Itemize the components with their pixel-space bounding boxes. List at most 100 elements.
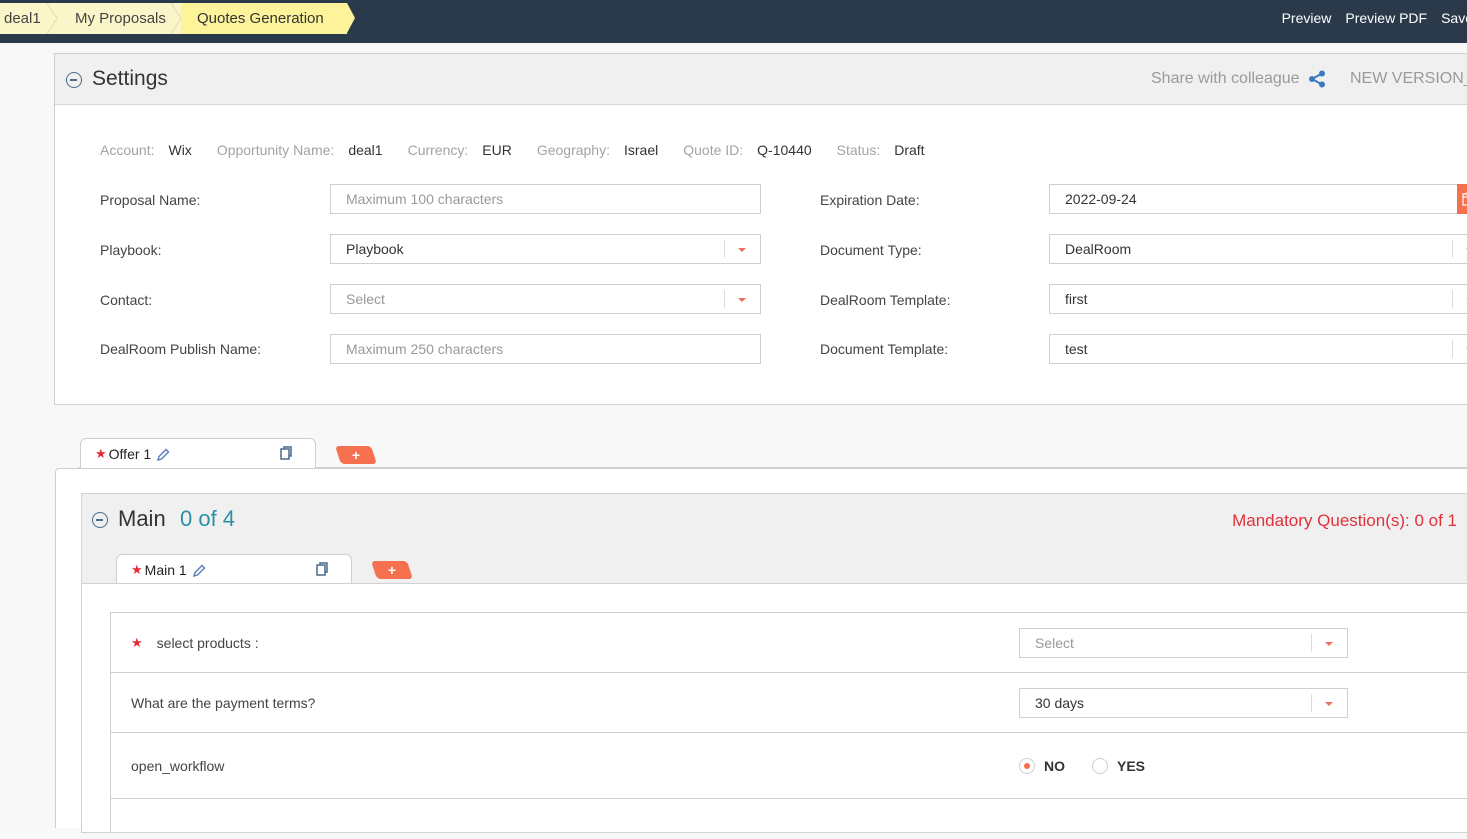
- calendar-icon: [1462, 192, 1467, 206]
- main-progress-count: 0 of 4: [180, 506, 236, 531]
- proposal-name-input[interactable]: Maximum 100 characters: [330, 184, 761, 214]
- document-template-select[interactable]: test: [1049, 334, 1467, 364]
- breadcrumb-separator-icon: [46, 3, 58, 34]
- share-icon: [1308, 70, 1325, 88]
- payment-terms-dropdown[interactable]: 30 days: [1019, 688, 1348, 718]
- quote-meta: Account: Wix Opportunity Name: deal1 Curre…: [100, 142, 950, 158]
- chevron-down-icon[interactable]: [724, 285, 760, 313]
- contact-select[interactable]: Select: [330, 284, 761, 314]
- question-label: ★ select products :: [131, 635, 259, 651]
- dealroom-template-value: first: [1065, 291, 1088, 307]
- document-type-value: DealRoom: [1065, 241, 1132, 257]
- chevron-down-icon[interactable]: [1311, 629, 1347, 657]
- save-button[interactable]: Save: [1441, 10, 1467, 26]
- tab-offer-1[interactable]: ★ Offer 1: [80, 438, 316, 468]
- preview-button[interactable]: Preview: [1282, 10, 1332, 26]
- meta-key-geography: Geography:: [536, 142, 610, 158]
- dealroom-template-select[interactable]: first: [1049, 284, 1467, 314]
- questions-table: ★ select products : Select What are the …: [110, 612, 1467, 832]
- chevron-down-icon[interactable]: [1452, 335, 1467, 363]
- playbook-value: Playbook: [346, 241, 404, 257]
- copy-icon[interactable]: [280, 446, 293, 460]
- required-icon: ★: [95, 446, 107, 461]
- expiration-date-value: 2022-09-24: [1065, 191, 1137, 207]
- share-with-colleague-button[interactable]: Share with colleague: [1151, 70, 1326, 88]
- breadcrumb-label: deal1: [4, 10, 41, 27]
- chevron-down-icon[interactable]: [724, 235, 760, 263]
- document-type-select[interactable]: DealRoom: [1049, 234, 1467, 264]
- collapse-icon[interactable]: [66, 72, 82, 88]
- radio-no-label[interactable]: NO: [1044, 758, 1065, 774]
- meta-key-currency: Currency:: [407, 142, 469, 158]
- add-offer-button[interactable]: +: [335, 446, 377, 464]
- main-title: Main: [118, 506, 166, 531]
- breadcrumb-item-my-proposals[interactable]: My Proposals: [57, 3, 182, 34]
- chevron-down-icon[interactable]: [1311, 689, 1347, 717]
- meta-value-account: Wix: [168, 142, 192, 158]
- dealroom-publish-name-label: DealRoom Publish Name:: [100, 341, 262, 357]
- meta-key-status: Status:: [836, 142, 881, 158]
- meta-value-currency: EUR: [482, 142, 512, 158]
- dealroom-publish-name-input[interactable]: Maximum 250 characters: [330, 334, 761, 364]
- open-workflow-radio-group: NO YES: [1019, 758, 1145, 774]
- settings-panel: Settings Share with colleague NEW VERSIO…: [54, 53, 1467, 405]
- select-products-placeholder: Select: [1035, 635, 1074, 651]
- question-row: [111, 799, 1467, 839]
- question-label: open_workflow: [131, 758, 224, 774]
- select-products-dropdown[interactable]: Select: [1019, 628, 1348, 658]
- chevron-down-icon[interactable]: [1452, 235, 1467, 263]
- tab-main-label: Main 1: [144, 562, 187, 578]
- breadcrumb-label: My Proposals: [75, 10, 166, 27]
- meta-key-account: Account:: [100, 142, 155, 158]
- plus-icon: +: [387, 562, 397, 578]
- calendar-button[interactable]: [1457, 184, 1467, 214]
- breadcrumb-label: Quotes Generation: [197, 10, 324, 27]
- document-template-label: Document Template:: [820, 341, 949, 357]
- radio-yes-label[interactable]: YES: [1117, 758, 1145, 774]
- new-version-button[interactable]: NEW VERSION_: [1350, 70, 1467, 88]
- playbook-select[interactable]: Playbook: [330, 234, 761, 264]
- copy-icon[interactable]: [316, 562, 329, 576]
- radio-no[interactable]: [1019, 758, 1035, 774]
- meta-value-quote-id: Q-10440: [757, 142, 812, 158]
- meta-value-geography: Israel: [624, 142, 659, 158]
- payment-terms-value: 30 days: [1035, 695, 1085, 711]
- add-main-tab-button[interactable]: +: [371, 561, 413, 579]
- share-label: Share with colleague: [1151, 70, 1300, 87]
- breadcrumb: deal1 My Proposals Quotes Generation: [0, 3, 355, 34]
- tab-label: ★ Main 1: [131, 562, 206, 578]
- settings-title: Settings: [92, 67, 168, 90]
- contact-label: Contact:: [100, 292, 153, 308]
- expiration-date-input[interactable]: 2022-09-24: [1049, 184, 1467, 214]
- meta-key-quote-id: Quote ID:: [683, 142, 744, 158]
- question-text: open_workflow: [131, 758, 225, 774]
- plus-icon: +: [351, 447, 361, 463]
- document-type-label: Document Type:: [820, 242, 922, 258]
- document-template-value: test: [1065, 341, 1088, 357]
- proposal-name-label: Proposal Name:: [100, 192, 201, 208]
- tab-label: ★ Offer 1: [95, 446, 170, 462]
- radio-yes[interactable]: [1092, 758, 1108, 774]
- edit-pencil-icon[interactable]: [157, 448, 170, 461]
- preview-pdf-button[interactable]: Preview PDF: [1345, 10, 1427, 26]
- meta-key-opportunity: Opportunity Name:: [216, 142, 335, 158]
- meta-value-status: Draft: [894, 142, 925, 158]
- edit-pencil-icon[interactable]: [192, 564, 206, 577]
- contact-placeholder: Select: [346, 291, 385, 307]
- required-icon: ★: [131, 635, 143, 650]
- mandatory-questions-status: Mandatory Question(s): 0 of 1: [1232, 511, 1457, 530]
- breadcrumb-item-deal[interactable]: deal1: [0, 3, 58, 34]
- playbook-label: Playbook:: [100, 242, 162, 258]
- question-text: select products :: [156, 635, 259, 651]
- question-text: What are the payment terms?: [131, 695, 316, 711]
- meta-value-opportunity: deal1: [348, 142, 383, 158]
- required-icon: ★: [131, 562, 143, 577]
- breadcrumb-item-quotes-generation[interactable]: Quotes Generation: [181, 3, 355, 34]
- dealroom-template-label: DealRoom Template:: [820, 292, 951, 308]
- expiration-date-label: Expiration Date:: [820, 192, 920, 208]
- collapse-icon[interactable]: [92, 512, 108, 528]
- tab-main-1[interactable]: ★ Main 1: [116, 554, 352, 584]
- question-row: ★ select products : Select: [111, 613, 1467, 673]
- chevron-down-icon[interactable]: [1452, 285, 1467, 313]
- tab-offer-label: Offer 1: [108, 446, 152, 462]
